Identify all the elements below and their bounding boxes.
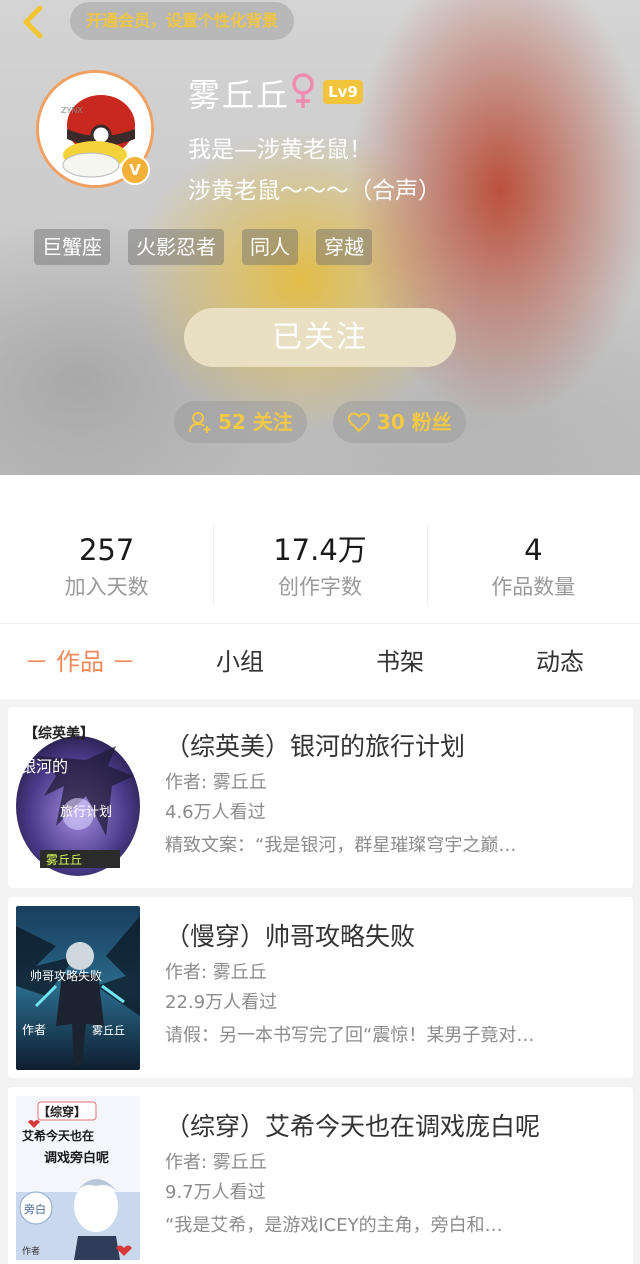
book-title[interactable]: （综英美）银河的旅行计划: [165, 727, 465, 763]
svg-text:ZYNX: ZYNX: [61, 106, 83, 115]
cover-text: 【综穿】: [38, 1104, 86, 1119]
vip-badge-icon: V: [120, 155, 150, 185]
tab-activity[interactable]: 动态: [480, 624, 640, 699]
book-blurb: “我是艾希，是游戏ICEY的主角，旁白和…: [165, 1215, 503, 1236]
tag[interactable]: 同人: [242, 229, 298, 265]
user-add-icon: [189, 412, 211, 433]
book-card[interactable]: 【综穿】 艾希今天也在 调戏旁白呢 旁白 作者 （综穿）艾希今天也在调戏庞白呢 …: [8, 1087, 633, 1264]
following-count: 52 关注: [218, 410, 293, 434]
stat-days-joined: 257 加入天数: [0, 475, 213, 623]
book-views: 22.9万人看过: [165, 992, 278, 1013]
book-views: 9.7万人看过: [165, 1182, 266, 1203]
stat-value: 257: [78, 533, 135, 567]
profile-header: 开通会员，设置个性化背景 ZYNX V 雾丘丘 Lv9 我是—涉黄老鼠！ 涉黄老…: [0, 0, 640, 475]
book-card[interactable]: 【综英美】 银河的 旅行计划 雾丘丘 （综英美）银河的旅行计划 作者: 雾丘丘 …: [8, 707, 633, 888]
stat-label: 创作字数: [277, 575, 362, 599]
book-cover-image: 帅哥攻略失败 作者 雾丘丘: [16, 906, 140, 1070]
cover-text: 旅行计划: [60, 805, 112, 820]
book-cover-image: 【综英美】 银河的 旅行计划 雾丘丘: [16, 716, 140, 880]
stat-label: 作品数量: [491, 575, 576, 599]
book-card[interactable]: 帅哥攻略失败 作者 雾丘丘 （慢穿）帅哥攻略失败 作者: 雾丘丘 22.9万人看…: [8, 897, 633, 1078]
cover-text: 艾希今天也在: [22, 1128, 94, 1143]
tag[interactable]: 火影忍者: [128, 229, 224, 265]
book-blurb: 请假：另一本书写完了回“震惊！某男子竟对…: [165, 1025, 535, 1046]
cover-text: 旁白: [24, 1202, 46, 1216]
fans-count-button[interactable]: 30 粉丝: [333, 401, 466, 443]
book-views: 4.6万人看过: [165, 802, 266, 823]
tag[interactable]: 巨蟹座: [34, 229, 110, 265]
vip-background-banner[interactable]: 开通会员，设置个性化背景: [70, 2, 295, 40]
following-count-button[interactable]: 52 关注: [174, 401, 307, 443]
followed-button[interactable]: 已关注: [184, 308, 456, 367]
stat-label: 加入天数: [64, 575, 149, 599]
tag[interactable]: 穿越: [316, 229, 372, 265]
tab-groups[interactable]: 小组: [160, 624, 320, 699]
stat-word-count: 17.4万 创作字数: [213, 475, 426, 623]
cover-text: 作者: [22, 1245, 40, 1257]
book-author: 作者: 雾丘丘: [165, 772, 267, 793]
level-badge: Lv9: [323, 80, 363, 104]
fans-count: 30 粉丝: [377, 410, 452, 434]
cover-text: 帅哥攻略失败: [30, 968, 102, 983]
back-arrow-icon[interactable]: [14, 2, 54, 42]
stat-value: 4: [524, 533, 543, 567]
tab-bookshelf[interactable]: 书架: [320, 624, 480, 699]
cover-text: 调戏旁白呢: [44, 1150, 109, 1166]
book-author: 作者: 雾丘丘: [165, 1152, 267, 1173]
cover-text: 雾丘丘: [46, 853, 82, 867]
tag-list: 巨蟹座 火影忍者 同人 穿越: [34, 229, 372, 265]
cover-text: 作者: [22, 1023, 46, 1037]
cover-text: 【综英美】: [24, 725, 94, 742]
stats-bar: 257 加入天数 17.4万 创作字数 4 作品数量: [0, 475, 640, 623]
book-title[interactable]: （慢穿）帅哥攻略失败: [165, 917, 415, 953]
cover-text: 雾丘丘: [92, 1024, 125, 1037]
stat-value: 17.4万: [273, 533, 367, 567]
book-blurb: 精致文案：“我是银河，群星璀璨穹宇之巅…: [165, 835, 517, 856]
female-icon: [292, 73, 314, 108]
profile-tabs: － 作品 － 小组 书架 动态: [0, 623, 640, 699]
cover-text: 银河的: [20, 757, 68, 776]
book-title[interactable]: （综穿）艾希今天也在调戏庞白呢: [165, 1107, 540, 1143]
book-author: 作者: 雾丘丘: [165, 962, 267, 983]
stat-works-count: 4 作品数量: [426, 475, 640, 623]
tab-works[interactable]: － 作品 －: [0, 624, 160, 699]
bio-line: 我是—涉黄老鼠！: [188, 137, 372, 163]
bio-line: 涉黄老鼠～～～（合声）: [188, 178, 441, 204]
book-cover-image: 【综穿】 艾希今天也在 调戏旁白呢 旁白 作者: [16, 1096, 140, 1260]
heart-icon: [347, 412, 371, 433]
username: 雾丘丘: [188, 76, 291, 114]
